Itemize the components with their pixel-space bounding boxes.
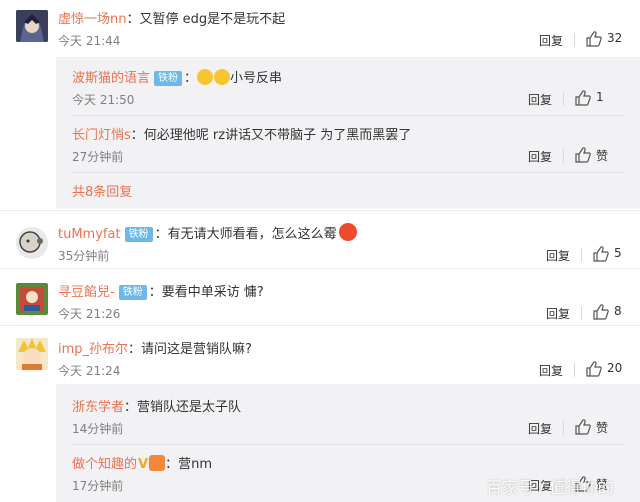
username-link[interactable]: tuMmyfat <box>58 227 121 242</box>
like-count: 8 <box>614 304 622 318</box>
username-link[interactable]: 波斯猫的语言 <box>72 71 150 86</box>
divider <box>72 172 624 173</box>
comment-item: tuMmyfat 铁粉 ：有无请大师看看，怎么这么霉 35分钟前 回复 5 <box>0 211 640 267</box>
comment-line: imp_孙布尔：请问这是营销队嘛? <box>58 338 252 357</box>
thumbs-up-icon <box>593 304 609 320</box>
username-link[interactable]: 浙东学者 <box>72 400 124 415</box>
avatar[interactable] <box>16 338 48 370</box>
username-link[interactable]: 寻豆餡兒- <box>58 285 115 300</box>
avatar[interactable] <box>16 283 48 315</box>
reply-button[interactable]: 回复 <box>546 247 570 264</box>
comment-time: 35分钟前 <box>58 249 110 263</box>
avatar-image <box>16 283 48 315</box>
divider <box>563 92 564 106</box>
reply-list: 波斯猫的语言 铁粉：小号反串 今天 21:50 回复 1 长门灯悄s：何必理他呢 … <box>56 57 640 209</box>
like-count: 32 <box>607 31 623 45</box>
reply-button[interactable]: 回复 <box>539 362 563 379</box>
like-count: 20 <box>607 361 623 375</box>
divider <box>581 248 582 262</box>
comment-line: 寻豆餡兒- 铁粉 ：要看中单采访 慵? <box>58 281 264 300</box>
reply-text: 何必理他呢 rz讲话又不带脑子 为了黑而黑罢了 <box>143 128 412 143</box>
fan-badge: 铁粉 <box>124 227 153 242</box>
thumbs-up-icon <box>575 147 591 163</box>
username-link[interactable]: imp_孙布尔 <box>58 342 128 357</box>
avatar[interactable] <box>16 227 48 259</box>
reply-button[interactable]: 回复 <box>528 91 552 108</box>
smile-emoji-icon <box>214 69 231 85</box>
like-count: 5 <box>614 246 622 260</box>
comment-line: 虚惊一场nn：又暂停 edg是不是玩不起 <box>58 8 285 27</box>
colon: ： <box>148 285 162 300</box>
reply-button[interactable]: 回复 <box>528 420 552 437</box>
reply-time: 14分钟前 <box>72 422 124 436</box>
smile-emoji-icon <box>197 69 214 85</box>
reply-text: 营销队还是太子队 <box>137 400 242 415</box>
username-link[interactable]: 做个知趣的 <box>72 457 137 472</box>
divider <box>574 363 575 377</box>
fan-badge: 铁粉 <box>154 71 183 86</box>
comment-item: imp_孙布尔：请问这是营销队嘛? 今天 21:24 回复 20 <box>0 326 640 382</box>
thumbs-up-icon <box>593 246 609 262</box>
reply-time: 27分钟前 <box>72 150 124 164</box>
divider <box>581 306 582 320</box>
colon: ： <box>165 457 179 472</box>
divider <box>574 33 575 47</box>
comment-item: 虚惊一场nn：又暂停 edg是不是玩不起 今天 21:44 回复 32 <box>0 0 640 60</box>
reply-line: 波斯猫的语言 铁粉： 小号反串 <box>72 67 282 86</box>
like-label: 赞 <box>596 421 609 435</box>
reply-text: 营nm <box>178 457 212 472</box>
reply-line: 浙东学者：营销队还是太子队 <box>72 396 241 415</box>
reply-button[interactable]: 回复 <box>539 32 563 49</box>
username-link[interactable]: 虚惊一场nn <box>58 12 126 27</box>
thumbs-up-icon <box>575 90 591 106</box>
username-link[interactable]: 长门灯悄s <box>72 128 131 143</box>
divider <box>72 444 624 445</box>
comment-line: tuMmyfat 铁粉 ：有无请大师看看，怎么这么霉 <box>58 223 357 242</box>
avatar-image <box>16 338 48 370</box>
reply-button[interactable]: 回复 <box>546 305 570 322</box>
comment-time: 今天 21:44 <box>58 34 121 48</box>
thumbs-up-icon <box>586 361 602 377</box>
colon: ： <box>126 12 140 27</box>
more-replies-link[interactable]: 共8条回复 <box>72 181 132 200</box>
thumbs-up-icon <box>575 419 591 435</box>
colon: ： <box>130 128 144 143</box>
avatar[interactable] <box>16 10 48 42</box>
watermark: 百家号 / 值得你的 <box>486 478 614 497</box>
like-label: 赞 <box>596 149 609 163</box>
angry-emoji-icon <box>338 223 357 241</box>
avatar-image <box>16 10 48 42</box>
colon: ： <box>184 71 198 86</box>
reply-line: 做个知趣的V ：营nm <box>72 453 212 472</box>
reply-time: 17分钟前 <box>72 479 124 493</box>
reply-button[interactable]: 回复 <box>528 148 552 165</box>
verified-v-icon: V <box>138 457 149 472</box>
divider <box>72 115 624 116</box>
gift-emoji-icon <box>149 455 166 471</box>
colon: ： <box>154 227 168 242</box>
avatar-image <box>16 227 48 259</box>
comment-text: 请问这是营销队嘛? <box>141 342 252 357</box>
comment-text: 有无请大师看看，怎么这么霉 <box>167 227 337 242</box>
thumbs-up-icon <box>586 31 602 47</box>
reply-time: 今天 21:50 <box>72 93 135 107</box>
comment-time: 今天 21:24 <box>58 364 121 378</box>
divider <box>563 149 564 163</box>
divider <box>563 421 564 435</box>
like-count: 1 <box>596 90 604 104</box>
comment-text: 又暂停 edg是不是玩不起 <box>139 12 286 27</box>
comment-item: 寻豆餡兒- 铁粉 ：要看中单采访 慵? 今天 21:26 回复 8 <box>0 269 640 325</box>
colon: ： <box>124 400 138 415</box>
comment-time: 今天 21:26 <box>58 307 121 321</box>
comment-text: 要看中单采访 慵? <box>161 285 264 300</box>
fan-badge: 铁粉 <box>118 285 147 300</box>
reply-text: 小号反串 <box>230 71 283 86</box>
reply-line: 长门灯悄s：何必理他呢 rz讲话又不带脑子 为了黑而黑罢了 <box>72 124 411 143</box>
colon: ： <box>128 342 142 357</box>
